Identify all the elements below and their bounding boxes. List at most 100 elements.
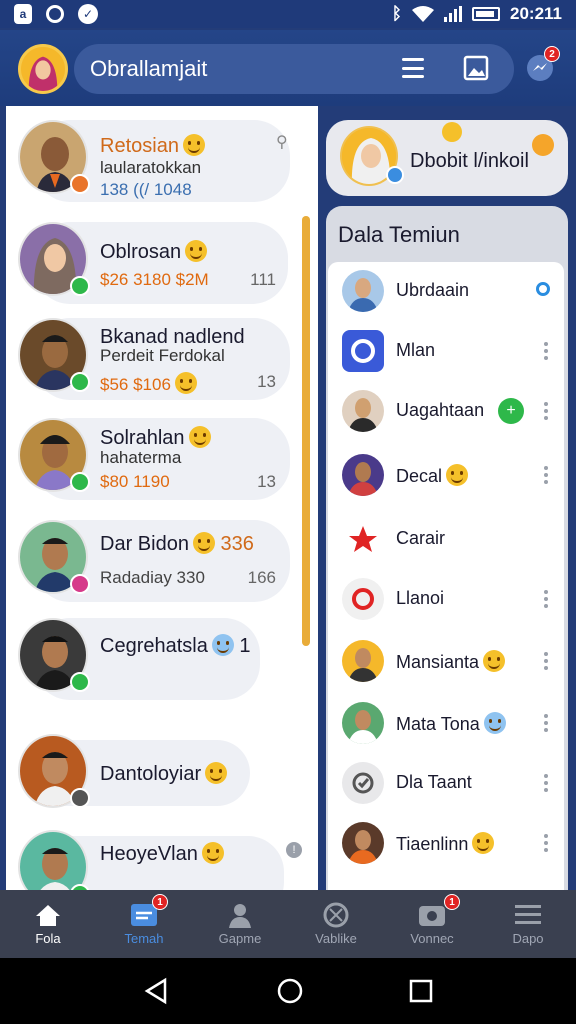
chat-item[interactable]: Dantoloyiar <box>6 730 306 818</box>
profile-card[interactable]: Dbobit l/inkoil <box>326 120 568 196</box>
bluetooth-icon: ᛒ <box>391 4 402 23</box>
chat-item[interactable]: Bkanad nadlend Perdeit Ferdokal $56 $106… <box>6 314 306 402</box>
chat-meta: 138 ((/ 1048 <box>100 180 192 199</box>
bottom-nav: Fola 1 Temah Gapme Vablike 1 Vonnec Dapo <box>0 890 576 958</box>
status-dot <box>70 372 90 392</box>
globe-icon <box>322 902 350 928</box>
friend-name: Ubrdaain <box>396 280 470 300</box>
system-nav-bar <box>0 958 576 1024</box>
friend-avatar <box>342 270 384 312</box>
recents-icon[interactable] <box>409 979 433 1003</box>
friend-avatar <box>342 454 384 496</box>
chat-subtitle: Perdeit Ferdokal <box>100 346 225 365</box>
chat-name: Oblrosan <box>100 240 208 264</box>
messenger-button[interactable]: 2 <box>524 46 560 84</box>
friend-item[interactable]: Uagahtaan + <box>328 382 564 442</box>
chat-item[interactable]: HeoyeVlan ! <box>6 826 306 890</box>
chat-item[interactable]: Cegrehatsla 1 <box>6 614 306 702</box>
chat-item[interactable]: Solrahlan hahaterma $80 1190 13 <box>6 414 306 502</box>
nav-badge: 1 <box>444 894 460 910</box>
friend-item[interactable]: Mata Tona <box>328 694 564 754</box>
nav-label: Vablike <box>315 931 357 946</box>
more-icon[interactable] <box>544 714 548 732</box>
emoji-icon <box>532 134 554 156</box>
smile-emoji-icon <box>174 372 197 394</box>
lock-icon: a <box>14 4 32 24</box>
friend-list[interactable]: Ubrdaain Mlan Uagahtaan + Decal Carair L… <box>328 262 564 890</box>
nav-item-profile[interactable]: Gapme <box>192 890 288 958</box>
friend-item[interactable]: Dla Taant <box>328 754 564 814</box>
chat-name: Cegrehatsla 1 <box>100 634 251 657</box>
friend-name: Uagahtaan <box>396 400 485 420</box>
home-button-icon[interactable] <box>276 977 304 1005</box>
nav-label: Vonnec <box>410 931 454 946</box>
nav-label: Temah <box>124 931 164 946</box>
nav-item-menu[interactable]: Dapo <box>480 890 576 958</box>
chat-meta: $56 $106 <box>100 372 197 395</box>
nav-item-friends[interactable]: 1 Temah <box>96 890 192 958</box>
more-icon[interactable] <box>544 774 548 792</box>
friend-item[interactable]: Mlan <box>328 322 564 382</box>
nav-badge: 1 <box>152 894 168 910</box>
chat-subtitle: laularatokkan <box>100 158 202 177</box>
pin-icon[interactable]: ⚲ <box>276 132 288 152</box>
friend-item[interactable]: Llanoi <box>328 570 564 630</box>
friend-name: Dla Taant <box>396 772 472 792</box>
app-title: Obrallamjait <box>90 56 208 81</box>
signal-icon <box>444 6 462 22</box>
chat-item[interactable]: Dar Bidon 336 Radadiay 330 166 <box>6 516 306 604</box>
chat-item[interactable]: Oblrosan $26 3180 $2M 111 <box>6 218 306 306</box>
chat-name: Solrahlan <box>100 426 211 450</box>
more-icon[interactable] <box>544 834 548 852</box>
more-icon[interactable] <box>544 342 548 360</box>
friend-avatar <box>342 640 384 682</box>
friend-avatar <box>342 390 384 432</box>
chat-name: HeoyeVlan <box>100 842 224 866</box>
friend-name: Mlan <box>396 340 436 360</box>
chat-subtitle: hahaterma <box>100 448 182 467</box>
add-friend-button[interactable]: + <box>498 398 524 424</box>
chat-count: 111 <box>250 270 276 289</box>
nav-item-camera[interactable]: 1 Vonnec <box>384 890 480 958</box>
verified-icon <box>386 166 404 184</box>
friend-name: Mata Tona <box>396 712 506 735</box>
smile-emoji-icon <box>192 532 215 554</box>
friend-item[interactable]: Ubrdaain <box>328 262 564 322</box>
friend-list-title: Dala Temiun <box>338 222 460 247</box>
info-icon[interactable]: ! <box>286 842 302 858</box>
chat-name: Dantoloyiar <box>100 762 228 786</box>
chat-name: Dar Bidon 336 <box>100 532 254 555</box>
friend-name: Tiaenlinn <box>396 832 495 855</box>
status-dot <box>70 788 90 808</box>
friend-item[interactable]: Carair <box>328 510 564 570</box>
chat-item[interactable]: Retosian laularatokkan 138 ((/ 1048 ⚲ <box>6 116 306 204</box>
smile-emoji-icon <box>483 650 506 672</box>
online-indicator-icon <box>536 282 550 296</box>
chat-meta: $26 3180 $2M <box>100 270 209 289</box>
friend-avatar <box>342 702 384 744</box>
back-icon[interactable] <box>143 977 171 1005</box>
menu-icon[interactable] <box>402 58 424 78</box>
battery-icon <box>472 7 500 21</box>
friend-item[interactable]: Decal <box>328 446 564 506</box>
nav-item-watch[interactable]: Vablike <box>288 890 384 958</box>
gallery-button[interactable] <box>460 52 492 84</box>
friend-item[interactable]: Mansianta <box>328 632 564 692</box>
smile-emoji-icon <box>211 634 234 656</box>
app-title-bar[interactable]: Obrallamjait <box>74 44 514 94</box>
user-icon <box>226 902 254 928</box>
more-icon[interactable] <box>544 652 548 670</box>
chat-count: 13 <box>257 472 276 491</box>
chat-list[interactable]: Retosian laularatokkan 138 ((/ 1048 ⚲ Ob… <box>6 106 318 890</box>
smile-emoji-icon <box>185 240 208 262</box>
profile-avatar[interactable] <box>18 44 68 94</box>
status-dot <box>70 472 90 492</box>
more-icon[interactable] <box>544 466 548 484</box>
smile-emoji-icon <box>205 762 228 784</box>
nav-item-home[interactable]: Fola <box>0 890 96 958</box>
more-icon[interactable] <box>544 590 548 608</box>
friend-item[interactable]: Tiaenlinn <box>328 814 564 874</box>
app-header: Obrallamjait 2 <box>0 30 576 106</box>
friend-avatar <box>342 822 384 864</box>
more-icon[interactable] <box>544 402 548 420</box>
